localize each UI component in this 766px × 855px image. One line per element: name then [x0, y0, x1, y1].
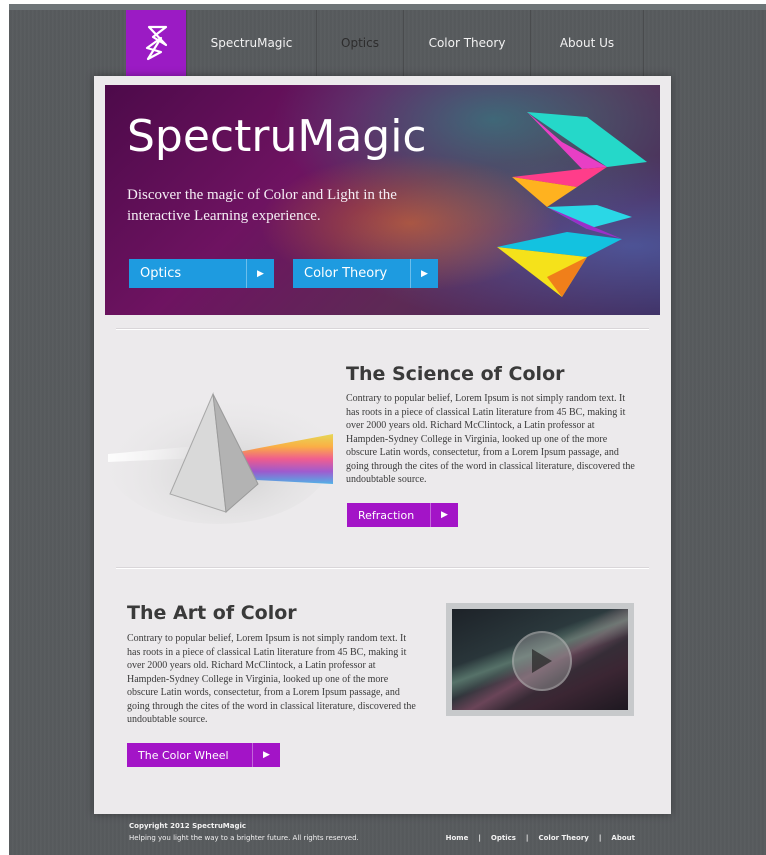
play-arrow-icon: ▶ — [246, 259, 274, 288]
divider — [116, 328, 649, 329]
main-nav: SpectruMagic Optics Color Theory About U… — [126, 10, 671, 76]
footer-separator: | — [478, 834, 481, 842]
hero-banner: SpectruMagic Discover the magic of Color… — [105, 85, 660, 315]
art-title: The Art of Color — [127, 602, 297, 624]
refraction-button-label: Refraction — [358, 508, 415, 522]
divider — [116, 567, 649, 568]
footer-copyright: Copyright 2012 SpectruMagic — [129, 822, 247, 830]
science-body: Contrary to popular belief, Lorem Ipsum … — [346, 393, 635, 485]
color-theory-button[interactable]: Color Theory ▶ — [293, 259, 438, 288]
color-wheel-button-label: The Color Wheel — [138, 748, 229, 762]
video-thumbnail — [452, 609, 628, 710]
footer-links: Home | Optics | Color Theory | About — [446, 834, 635, 842]
hero-title: SpectruMagic — [127, 111, 427, 162]
footer-separator: | — [598, 834, 602, 842]
footer-tagline: Helping you light the way to a brighter … — [129, 834, 359, 842]
nav-item-spectrumagic[interactable]: SpectruMagic — [186, 10, 316, 76]
optics-button[interactable]: Optics ▶ — [129, 259, 274, 288]
video-player[interactable] — [446, 603, 634, 716]
play-arrow-icon: ▶ — [430, 503, 458, 527]
color-wheel-button[interactable]: The Color Wheel ▶ — [127, 743, 280, 767]
refraction-button[interactable]: Refraction ▶ — [347, 503, 458, 527]
nav-item-about-us[interactable]: About Us — [530, 10, 644, 76]
prism-ribbon-illustration — [497, 112, 647, 297]
footer-separator: | — [525, 834, 529, 842]
play-arrow-icon: ▶ — [252, 743, 280, 767]
play-arrow-icon: ▶ — [410, 259, 438, 288]
prism-illustration — [108, 384, 333, 524]
footer-link-home[interactable]: Home — [446, 834, 469, 842]
science-title: The Science of Color — [346, 363, 565, 385]
spectrumagic-logo-icon — [145, 25, 168, 61]
footer: Copyright 2012 SpectruMagic Helping you … — [129, 822, 639, 848]
logo[interactable] — [126, 10, 186, 76]
footer-link-optics[interactable]: Optics — [491, 834, 516, 842]
optics-button-label: Optics — [140, 266, 182, 281]
nav-item-optics[interactable]: Optics — [316, 10, 403, 76]
footer-link-color-theory[interactable]: Color Theory — [538, 834, 588, 842]
art-body: Contrary to popular belief, Lorem Ipsum … — [127, 633, 416, 725]
hero-subtitle: Discover the magic of Color and Light in… — [127, 187, 397, 224]
play-triangle-icon — [532, 649, 552, 673]
play-icon[interactable] — [512, 631, 572, 691]
nav-item-color-theory[interactable]: Color Theory — [403, 10, 530, 76]
footer-link-about[interactable]: About — [611, 834, 635, 842]
color-theory-button-label: Color Theory — [304, 266, 388, 281]
content-card: SpectruMagic Discover the magic of Color… — [94, 76, 671, 814]
